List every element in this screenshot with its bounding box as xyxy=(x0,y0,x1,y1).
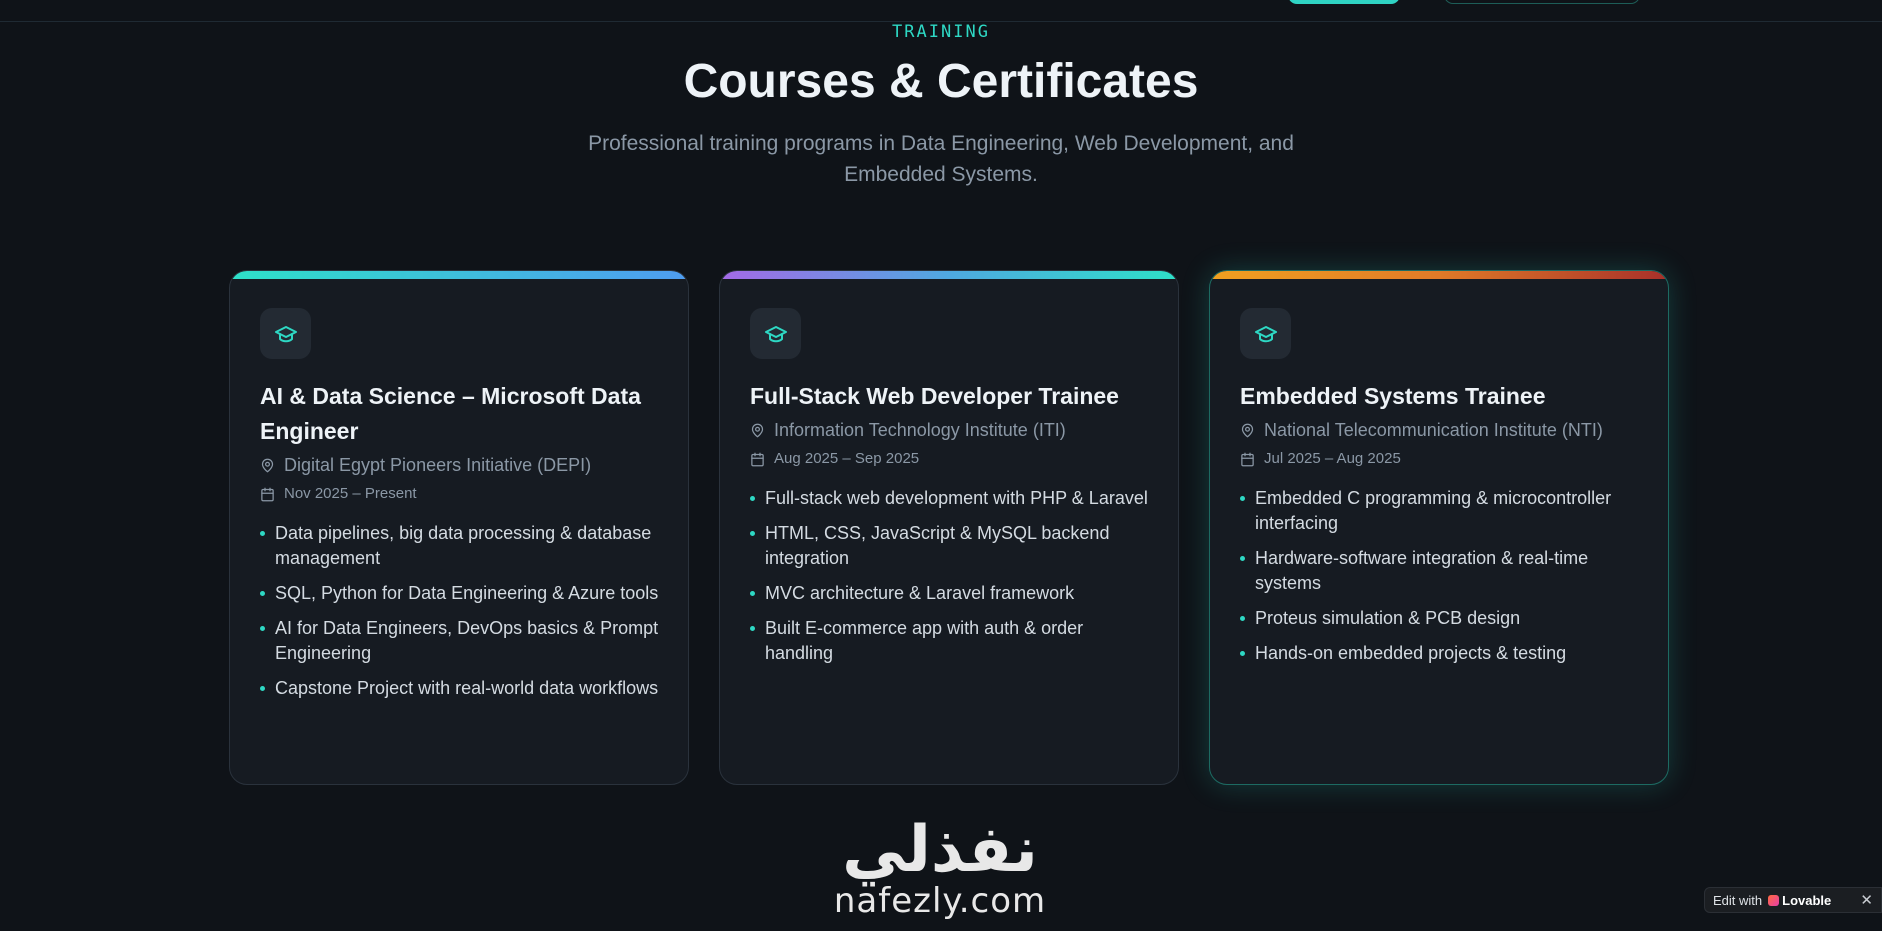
list-item: HTML, CSS, JavaScript & MySQL backend in… xyxy=(750,521,1150,571)
card-title: Full-Stack Web Developer Trainee xyxy=(750,383,1119,409)
calendar-icon xyxy=(751,452,764,466)
graduation-cap-icon xyxy=(1240,308,1291,359)
card-organization: Digital Egypt Pioneers Initiative (DEPI) xyxy=(260,451,660,479)
list-item: AI for Data Engineers, DevOps basics & P… xyxy=(260,616,660,666)
nav-outline-button[interactable] xyxy=(1444,0,1640,4)
organization-text: National Telecommunication Institute (NT… xyxy=(1264,420,1603,440)
card-date: Aug 2025 – Sep 2025 xyxy=(750,446,1150,472)
map-pin-icon xyxy=(1241,423,1254,437)
list-item: MVC architecture & Laravel framework xyxy=(750,581,1150,606)
card-accent-bar xyxy=(230,271,688,279)
section-eyebrow: TRAINING xyxy=(892,22,990,42)
top-nav-bar xyxy=(0,0,1882,22)
card-date: Nov 2025 – Present xyxy=(260,481,660,507)
badge-prefix: Edit with xyxy=(1713,892,1763,908)
course-card: Full-Stack Web Developer Trainee Informa… xyxy=(719,270,1179,785)
calendar-icon xyxy=(261,487,274,501)
map-pin-icon xyxy=(751,423,764,437)
calendar-icon xyxy=(1241,452,1254,466)
card-organization: Information Technology Institute (ITI) xyxy=(750,416,1150,444)
list-item: Hands-on embedded projects & testing xyxy=(1240,641,1640,666)
card-title: AI & Data Science – Microsoft Data Engin… xyxy=(260,383,641,444)
list-item: Data pipelines, big data processing & da… xyxy=(260,521,660,571)
course-card: AI & Data Science – Microsoft Data Engin… xyxy=(229,270,689,785)
card-organization: National Telecommunication Institute (NT… xyxy=(1240,416,1640,444)
watermark-arabic: نفذلي xyxy=(842,813,1038,887)
section-subtitle: Professional training programs in Data E… xyxy=(588,132,1294,186)
card-accent-bar xyxy=(720,271,1178,279)
nav-primary-button[interactable] xyxy=(1288,0,1400,4)
map-pin-icon xyxy=(261,458,274,472)
card-bullet-list: Data pipelines, big data processing & da… xyxy=(260,521,660,701)
close-icon[interactable]: ✕ xyxy=(1860,891,1873,909)
list-item: Capstone Project with real-world data wo… xyxy=(260,676,660,701)
card-bullet-list: Full-stack web development with PHP & La… xyxy=(750,486,1150,666)
card-bullet-list: Embedded C programming & microcontroller… xyxy=(1240,486,1640,666)
graduation-cap-icon xyxy=(260,308,311,359)
list-item: Full-stack web development with PHP & La… xyxy=(750,486,1150,511)
edit-with-lovable-badge[interactable]: Edit with Lovable ✕ xyxy=(1704,887,1882,913)
date-text: Jul 2025 – Aug 2025 xyxy=(1264,450,1401,467)
list-item: SQL, Python for Data Engineering & Azure… xyxy=(260,581,660,606)
nafezly-watermark: نفذلي nafezly.com xyxy=(830,818,1050,920)
section-title: Courses & Certificates xyxy=(683,55,1199,108)
organization-text: Digital Egypt Pioneers Initiative (DEPI) xyxy=(284,455,592,475)
graduation-cap-icon xyxy=(750,308,801,359)
list-item: Proteus simulation & PCB design xyxy=(1240,606,1640,631)
card-accent-bar xyxy=(1210,271,1668,279)
date-text: Nov 2025 – Present xyxy=(284,485,417,502)
card-title: Embedded Systems Trainee xyxy=(1240,383,1546,409)
lovable-brand: Lovable xyxy=(1768,893,1831,908)
lovable-brand-text: Lovable xyxy=(1782,892,1832,908)
list-item: Hardware-software integration & real-tim… xyxy=(1240,546,1640,596)
course-card: Embedded Systems Trainee National Teleco… xyxy=(1209,270,1669,785)
watermark-latin: nafezly.com xyxy=(833,881,1047,921)
lovable-heart-icon xyxy=(1768,894,1780,906)
date-text: Aug 2025 – Sep 2025 xyxy=(774,450,920,467)
card-date: Jul 2025 – Aug 2025 xyxy=(1240,446,1640,472)
list-item: Built E-commerce app with auth & order h… xyxy=(750,616,1150,666)
organization-text: Information Technology Institute (ITI) xyxy=(774,420,1066,440)
list-item: Embedded C programming & microcontroller… xyxy=(1240,486,1640,536)
